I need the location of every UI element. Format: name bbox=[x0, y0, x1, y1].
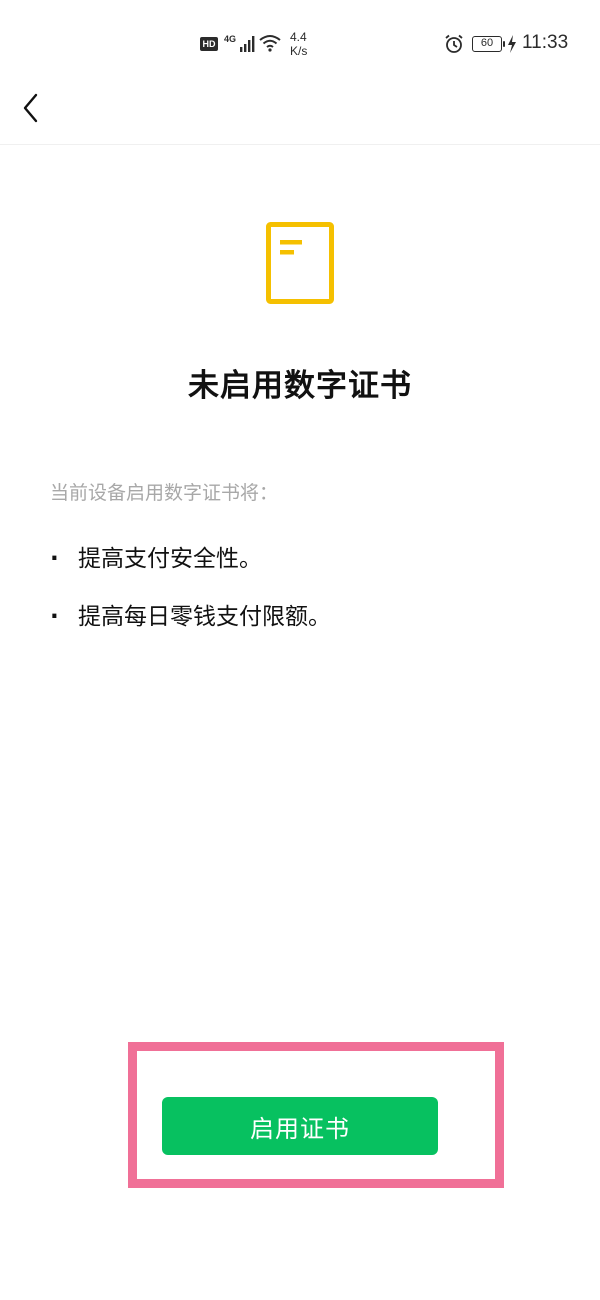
clock: 11:33 bbox=[522, 32, 569, 53]
speed-value: 4.4 bbox=[290, 30, 307, 44]
list-item: · 提高支付安全性。 bbox=[50, 538, 331, 596]
hd-indicator: HD bbox=[200, 37, 218, 51]
benefit-text: 提高每日零钱支付限额。 bbox=[78, 604, 331, 630]
network-speed: 4.4 K/s bbox=[290, 30, 307, 58]
back-button[interactable] bbox=[14, 90, 50, 126]
battery-indicator: 60 bbox=[472, 36, 505, 52]
benefit-text: 提高支付安全性。 bbox=[78, 546, 262, 572]
intro-text: 当前设备启用数字证书将： bbox=[50, 482, 279, 504]
nav-bar bbox=[0, 88, 600, 145]
charging-icon bbox=[508, 35, 516, 53]
wifi-icon bbox=[259, 35, 281, 52]
bullet: · bbox=[50, 604, 59, 630]
signal-icon bbox=[240, 36, 255, 52]
document-icon bbox=[266, 222, 334, 304]
speed-unit: K/s bbox=[290, 44, 308, 58]
enable-certificate-button[interactable]: 启用证书 bbox=[162, 1097, 438, 1155]
chevron-left-icon bbox=[23, 93, 38, 123]
bullet: · bbox=[50, 546, 59, 572]
alarm-icon bbox=[445, 34, 463, 53]
status-bar: HD 4G 4.4 K/s 60 11:33 bbox=[0, 0, 600, 88]
page-title: 未启用数字证书 bbox=[188, 368, 412, 404]
benefit-list: · 提高支付安全性。 · 提高每日零钱支付限额。 bbox=[50, 538, 331, 654]
list-item: · 提高每日零钱支付限额。 bbox=[50, 596, 331, 654]
